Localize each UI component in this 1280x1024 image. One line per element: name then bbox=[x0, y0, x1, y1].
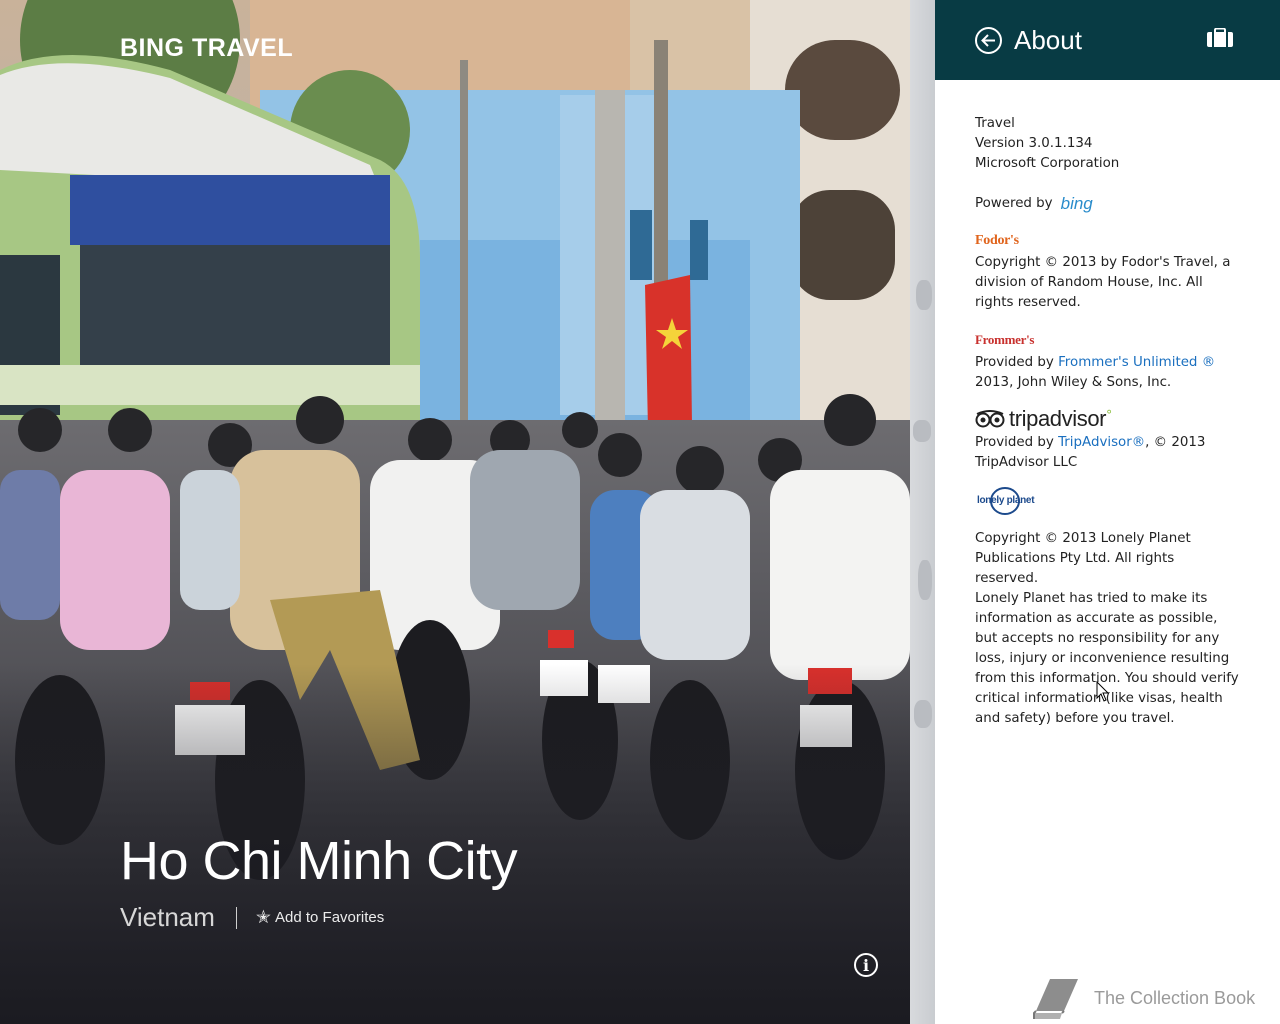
destination-subtitle-row: Vietnam ✭ Add to Favorites bbox=[120, 902, 384, 933]
publisher: Microsoft Corporation bbox=[975, 156, 1120, 171]
divider bbox=[235, 906, 237, 929]
map-shape bbox=[916, 280, 932, 310]
registered-dot: ° bbox=[1106, 408, 1113, 422]
bing-logo: bing bbox=[1060, 194, 1093, 213]
about-content: Travel Version 3.0.1.134 Microsoft Corpo… bbox=[935, 80, 1280, 729]
map-shape bbox=[914, 700, 932, 728]
pane-header: About bbox=[935, 0, 1280, 80]
fodors-logo: Fodor's bbox=[975, 231, 1240, 251]
frommers-credit: Provided by Frommer's Unlimited ® 2013, … bbox=[975, 353, 1240, 393]
powered-by-label: Powered by bbox=[975, 196, 1053, 211]
app-version: Version 3.0.1.134 bbox=[975, 136, 1093, 151]
luggage-icon[interactable] bbox=[1206, 27, 1234, 52]
map-shape bbox=[918, 560, 932, 600]
country-name: Vietnam bbox=[120, 902, 215, 932]
book-icon bbox=[1033, 979, 1078, 1019]
pane-title: About bbox=[1014, 24, 1082, 55]
collection-book-item[interactable]: The Collection Book bbox=[1030, 975, 1255, 1021]
city-title: Ho Chi Minh City bbox=[120, 831, 518, 891]
tripadvisor-logo: tripadvisor ° bbox=[975, 406, 1240, 431]
lonely-planet-disclaimer: Lonely Planet has tried to make its info… bbox=[975, 591, 1239, 726]
lonely-planet-logo-text: lonely planet bbox=[977, 495, 1035, 506]
tripadvisor-link[interactable]: TripAdvisor® bbox=[1058, 435, 1145, 450]
frommers-logo-text: Frommer's bbox=[975, 332, 1035, 347]
star-icon: ✭ bbox=[255, 907, 272, 927]
background-map-strip bbox=[910, 0, 935, 1024]
hero-image-area: BING TRAVEL Ho Chi Minh City Vietnam ✭ A… bbox=[0, 0, 910, 1024]
tripadvisor-logo-text: tripadvisor bbox=[1009, 406, 1107, 431]
frommers-link[interactable]: Frommer's Unlimited ® bbox=[1058, 355, 1215, 370]
map-shape bbox=[913, 420, 931, 442]
frommers-logo: Frommer's bbox=[975, 330, 1240, 351]
powered-by-row: Powered by bing bbox=[975, 194, 1240, 214]
tripadvisor-prefix: Provided by bbox=[975, 435, 1054, 450]
owl-eyes-icon bbox=[975, 410, 1005, 428]
fodors-logo-text: Fodor's bbox=[975, 233, 1019, 248]
add-to-favorites-label: Add to Favorites bbox=[275, 909, 385, 926]
back-arrow-icon[interactable] bbox=[975, 26, 1002, 54]
lonely-planet-logo: lonely planet bbox=[975, 487, 1240, 515]
mouse-cursor-icon bbox=[1096, 681, 1110, 702]
collection-book-label: The Collection Book bbox=[1094, 987, 1256, 1008]
fodors-copyright: Copyright © 2013 by Fodor's Travel, a di… bbox=[975, 255, 1231, 310]
frommers-prefix: Provided by bbox=[975, 355, 1054, 370]
add-to-favorites-button[interactable]: ✭ Add to Favorites bbox=[256, 907, 384, 928]
tripadvisor-credit: Provided by TripAdvisor®, © 2013 TripAdv… bbox=[975, 433, 1240, 473]
lonely-planet-copyright: Copyright © 2013 Lonely Planet Publicati… bbox=[975, 531, 1191, 586]
frommers-suffix: 2013, John Wiley & Sons, Inc. bbox=[975, 375, 1172, 390]
app-title[interactable]: BING TRAVEL bbox=[120, 34, 293, 63]
app-name: Travel bbox=[975, 116, 1015, 131]
about-pane: About Travel Version 3.0.1.134 Microsoft… bbox=[935, 0, 1280, 1024]
info-icon[interactable]: i bbox=[854, 953, 878, 977]
